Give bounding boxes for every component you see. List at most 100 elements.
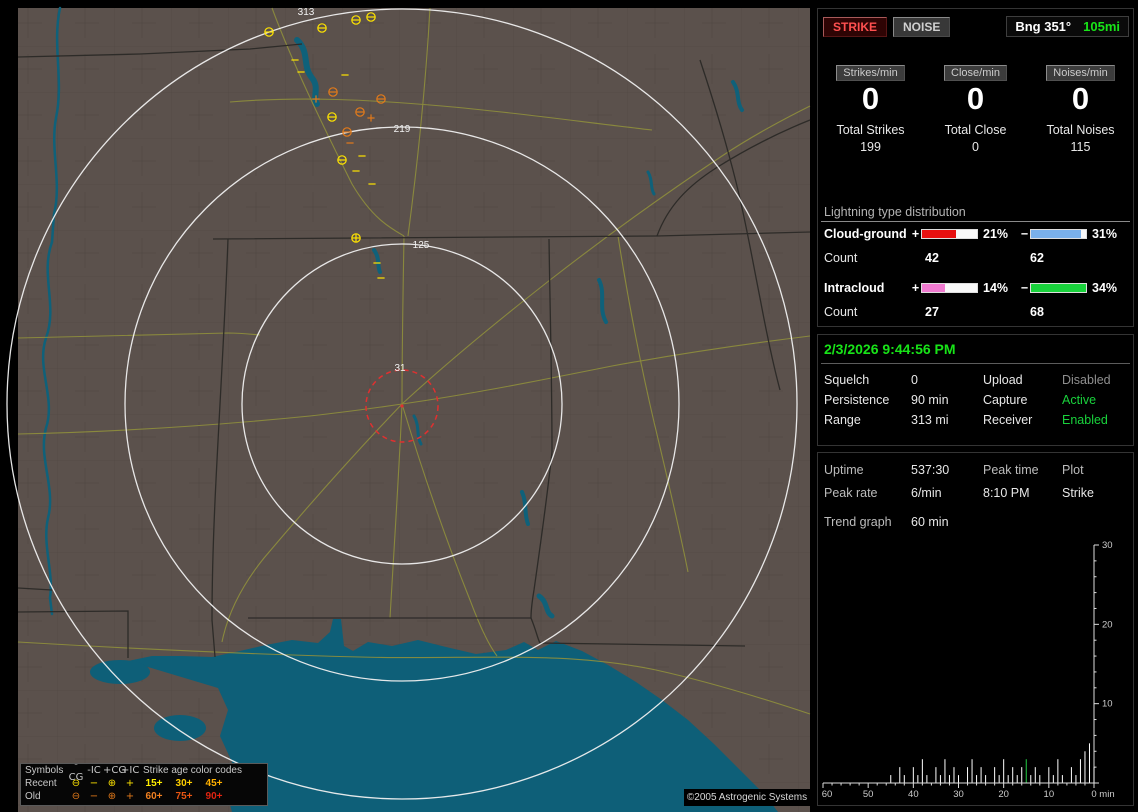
map-legend: Symbols-CG-IC+CG+ICStrike age color code… xyxy=(20,763,268,806)
ic-positive-bar xyxy=(921,283,978,293)
peak-rate-label: Peak rate xyxy=(824,486,911,500)
capture-label: Capture xyxy=(983,393,1062,407)
legend-row-recent: Recent⊖−⊕+15+30+45+ xyxy=(21,777,267,790)
legend-symbol-glyph: + xyxy=(121,777,139,790)
mode-toolbar: STRIKE NOISE Bng 351° 105mi xyxy=(823,16,1129,37)
peak-time-label: Peak time xyxy=(983,463,1062,477)
cg-negative-pct: 31% xyxy=(1092,227,1128,241)
legend-symbol-glyph: + xyxy=(121,790,139,803)
trend-axis-label: 40 xyxy=(908,789,919,800)
bearing-value: Bng 351° xyxy=(1015,19,1071,34)
ic-positive-pct: 14% xyxy=(983,281,1019,295)
legend-age-header: Strike age color codes xyxy=(139,764,267,777)
minus-sign: − xyxy=(1019,281,1030,295)
divider xyxy=(821,221,1130,222)
upload-status: Disabled xyxy=(1062,373,1130,387)
upload-label: Upload xyxy=(983,373,1062,387)
trend-axis-label: 30 xyxy=(953,789,964,800)
ic-negative-pct: 34% xyxy=(1092,281,1128,295)
settings-row: Persistence 90 min Capture Active xyxy=(824,393,1130,407)
persistence-value: 90 min xyxy=(911,393,983,407)
trend-axis-label: 20 xyxy=(998,789,1009,800)
trend-graph-row: Trend graph 60 min xyxy=(824,515,949,529)
uptime-value: 537:30 xyxy=(911,463,983,477)
legend-row-label: Old xyxy=(21,790,67,803)
close-per-min-label: Close/min xyxy=(944,65,1007,81)
trend-axis-label: 0 min xyxy=(1091,789,1114,800)
legend-symbol-glyph: ⊕ xyxy=(103,777,121,790)
strike-stats-box: STRIKE NOISE Bng 351° 105mi Strikes/min … xyxy=(817,8,1134,327)
uptime-row: Uptime 537:30 Peak time Plot xyxy=(824,463,1130,477)
trend-axis-label: 10 xyxy=(1102,699,1113,710)
legend-age-code: 60+ xyxy=(139,790,169,803)
legend-col-header: +CG xyxy=(103,764,121,777)
legend-age-code: 45+ xyxy=(199,777,229,790)
cg-positive-pct: 21% xyxy=(983,227,1019,241)
noise-button[interactable]: NOISE xyxy=(893,17,950,37)
trend-axis-label: 60 xyxy=(822,789,833,800)
total-close-value: 0 xyxy=(923,140,1028,154)
legend-age-code: 75+ xyxy=(169,790,199,803)
legend-age-code: 30+ xyxy=(169,777,199,790)
trend-axis-label: 50 xyxy=(863,789,874,800)
peak-rate-row: Peak rate 6/min 8:10 PM Strike xyxy=(824,486,1130,500)
legend-symbol-glyph: ⊖ xyxy=(67,790,85,803)
legend-symbol-glyph: − xyxy=(85,777,103,790)
receiver-location-marker xyxy=(400,404,403,407)
legend-row-label: Recent xyxy=(21,777,67,790)
range-value: 313 mi xyxy=(911,413,983,427)
capture-status: Active xyxy=(1062,393,1130,407)
minus-sign: − xyxy=(1019,227,1030,241)
cloud-ground-label: Cloud-ground xyxy=(824,227,910,241)
nexstorm-window: 313 219 125 31 Symbols-CG-IC+CG+ICStrike… xyxy=(0,0,1138,812)
intracloud-label: Intracloud xyxy=(824,281,910,295)
settings-row: Squelch 0 Upload Disabled xyxy=(824,373,1130,387)
close-per-min-column: Close/min 0 Total Close 0 xyxy=(923,63,1028,154)
count-label: Count xyxy=(824,251,925,265)
cloud-ground-row: Cloud-ground + 21% − 31% xyxy=(824,227,1130,241)
plus-sign: + xyxy=(910,227,921,241)
plus-sign: + xyxy=(910,281,921,295)
legend-col-header: -IC xyxy=(85,764,103,777)
strike-symbol-cgplus xyxy=(352,234,360,242)
ring-label-125: 125 xyxy=(413,240,430,251)
total-close-label: Total Close xyxy=(923,123,1028,137)
cg-negative-count: 62 xyxy=(1030,251,1044,265)
trend-graph-label: Trend graph xyxy=(824,515,911,529)
strikes-per-min-value: 0 xyxy=(818,82,923,116)
delta-water xyxy=(154,715,206,741)
distribution-title: Lightning type distribution xyxy=(824,205,966,219)
legend-col-header: +IC xyxy=(121,764,139,777)
total-noises-value: 115 xyxy=(1028,140,1133,154)
range-label: Range xyxy=(824,413,911,427)
legend-age-code: 90+ xyxy=(199,790,229,803)
squelch-label: Squelch xyxy=(824,373,911,387)
close-per-min-value: 0 xyxy=(923,82,1028,116)
ring-label-31: 31 xyxy=(394,363,406,374)
total-strikes-value: 199 xyxy=(818,140,923,154)
ic-negative-count: 68 xyxy=(1030,305,1044,319)
total-strikes-label: Total Strikes xyxy=(818,123,923,137)
legend-header-row: Symbols-CG-IC+CG+ICStrike age color code… xyxy=(21,764,267,777)
peak-time-value: 8:10 PM xyxy=(983,486,1062,500)
settings-row: Range 313 mi Receiver Enabled xyxy=(824,413,1130,427)
noises-per-min-value: 0 xyxy=(1028,82,1133,116)
noises-per-min-column: Noises/min 0 Total Noises 115 xyxy=(1028,63,1133,154)
trend-graph-chart: 6050403020100 min302010 xyxy=(819,537,1134,801)
strike-button[interactable]: STRIKE xyxy=(823,17,887,37)
cg-negative-bar xyxy=(1030,229,1087,239)
map-canvas[interactable]: 313 219 125 31 xyxy=(0,0,812,812)
lightning-map[interactable]: 313 219 125 31 Symbols-CG-IC+CG+ICStrike… xyxy=(0,0,812,812)
status-panel: STRIKE NOISE Bng 351° 105mi Strikes/min … xyxy=(815,0,1138,812)
ic-negative-bar xyxy=(1030,283,1087,293)
peak-rate-value: 6/min xyxy=(911,486,983,500)
divider xyxy=(821,363,1130,364)
cg-positive-count: 42 xyxy=(925,251,1030,265)
squelch-value: 0 xyxy=(911,373,983,387)
count-label: Count xyxy=(824,305,925,319)
total-noises-label: Total Noises xyxy=(1028,123,1133,137)
trend-axis-label: 30 xyxy=(1102,540,1113,551)
ic-positive-count: 27 xyxy=(925,305,1030,319)
trend-axis-label: 20 xyxy=(1102,619,1113,630)
strikes-per-min-column: Strikes/min 0 Total Strikes 199 xyxy=(818,63,923,154)
